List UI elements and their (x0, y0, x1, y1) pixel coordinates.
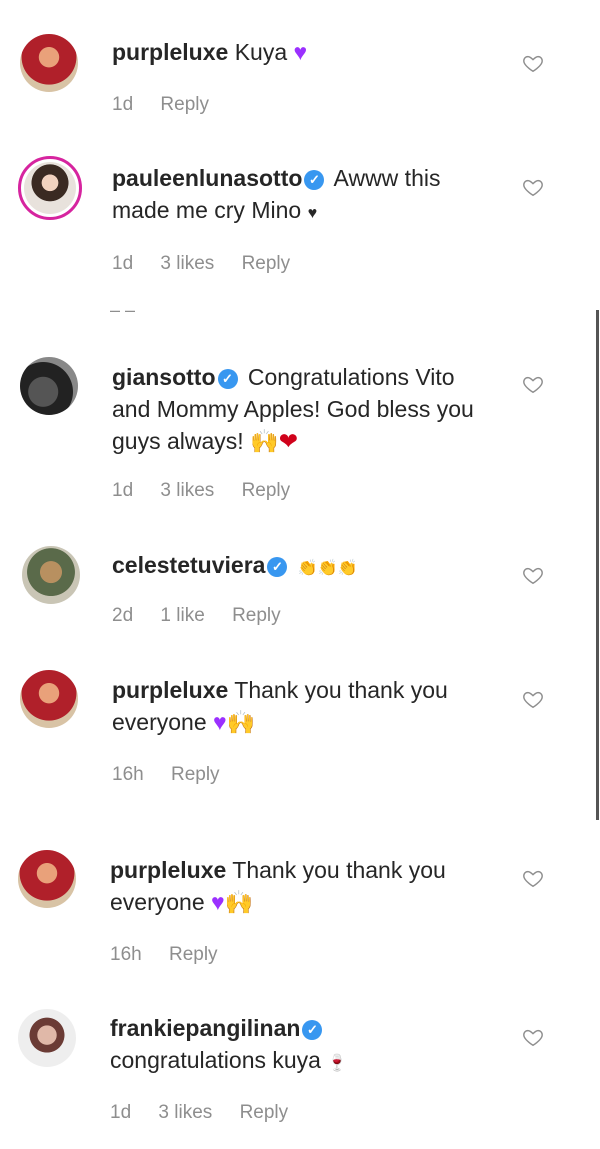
reply-button[interactable]: Reply (242, 253, 291, 274)
comment-time: 16h (112, 764, 144, 785)
verified-badge-icon: ✓ (304, 170, 325, 190)
comment-time: 16h (110, 944, 142, 965)
reply-button[interactable]: Reply (232, 605, 281, 626)
emoji-icon: ♥🙌 (211, 889, 254, 915)
avatar[interactable] (22, 546, 80, 604)
comment-time: 1d (112, 253, 134, 274)
like-count[interactable]: 3 likes (160, 253, 214, 274)
reply-button[interactable]: Reply (160, 94, 209, 115)
like-heart-icon[interactable] (522, 867, 544, 889)
reply-button[interactable]: Reply (240, 1102, 289, 1123)
comment-time: 1d (112, 94, 134, 115)
comment-time: 2d (112, 605, 134, 626)
comment-time: 1d (110, 1102, 132, 1123)
view-replies-line[interactable]: – – (110, 300, 135, 321)
clapping-hands-icon: 👏👏👏 (297, 560, 358, 577)
verified-badge-icon: ✓ (217, 369, 238, 389)
comment-username[interactable]: celestetuviera (112, 552, 265, 578)
reply-button[interactable]: Reply (242, 480, 291, 501)
emoji-icon: ♥🙌 (213, 709, 256, 735)
like-heart-icon[interactable] (522, 688, 544, 710)
avatar[interactable] (20, 670, 78, 728)
avatar[interactable] (20, 357, 78, 415)
like-count[interactable]: 3 likes (160, 480, 214, 501)
emoji-icon: 🙌❤ (250, 428, 298, 454)
comment-username[interactable]: pauleenlunasotto (112, 165, 302, 191)
black-heart-icon: ♥ (307, 205, 318, 222)
like-count[interactable]: 3 likes (158, 1102, 212, 1123)
like-heart-icon[interactable] (522, 373, 544, 395)
comment-time: 1d (112, 480, 134, 501)
avatar[interactable] (18, 1009, 76, 1067)
verified-badge-icon: ✓ (267, 557, 288, 577)
scrollbar[interactable] (596, 310, 599, 820)
verified-badge-icon: ✓ (302, 1020, 323, 1040)
like-count[interactable]: 1 like (160, 605, 204, 626)
comment-text: congratulations kuya (110, 1047, 321, 1073)
reply-button[interactable]: Reply (171, 764, 220, 785)
avatar[interactable] (18, 850, 76, 908)
purple-heart-icon: ♥ (293, 39, 308, 65)
like-heart-icon[interactable] (522, 1026, 544, 1048)
comment-username[interactable]: purpleluxe (112, 677, 228, 703)
wine-glass-icon: 🍷 (327, 1055, 348, 1072)
comment-text: Kuya (234, 39, 288, 65)
avatar[interactable] (18, 156, 82, 220)
comment-username[interactable]: frankiepangilinan (110, 1015, 300, 1041)
like-heart-icon[interactable] (522, 52, 544, 74)
avatar[interactable] (20, 34, 78, 92)
comment-username[interactable]: purpleluxe (110, 857, 226, 883)
reply-button[interactable]: Reply (169, 944, 218, 965)
like-heart-icon[interactable] (522, 176, 544, 198)
comment-username[interactable]: purpleluxe (112, 39, 228, 65)
comment-username[interactable]: giansotto (112, 364, 216, 390)
like-heart-icon[interactable] (522, 564, 544, 586)
